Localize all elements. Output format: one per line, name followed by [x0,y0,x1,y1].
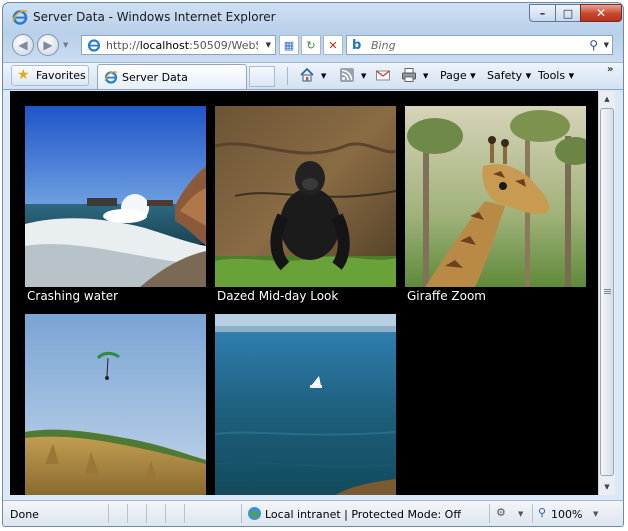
status-divider [108,504,109,523]
tab-server-data[interactable]: Server Data [97,64,247,89]
print-dropdown[interactable]: ▼ [423,72,428,80]
mail-icon[interactable] [375,67,391,83]
address-dropdown[interactable]: ▼ [266,41,271,49]
address-bar[interactable]: http://localhost:50509/WebSite/ ▼ [81,35,276,55]
photo-caption: Giraffe Zoom [407,289,486,303]
gallery-photo-giraffe-zoom[interactable] [405,106,586,287]
url-text[interactable]: http://localhost:50509/WebSite/ [106,39,258,52]
command-bar: ★ Favorites Server Data ▼ ▼ ▼ Page ▾ Saf… [3,62,623,90]
vertical-scrollbar[interactable]: ▲ ▼ [598,91,615,495]
back-icon: ◀ [18,38,28,52]
page-content: Crashing water Dazed Mid-day Look Giraff… [10,91,598,495]
home-dropdown[interactable]: ▼ [321,72,326,80]
page-icon [87,39,101,52]
refresh-button[interactable]: ↻ [301,35,321,55]
window-title: Server Data - Windows Internet Explorer [33,10,276,24]
maximize-icon: □ [562,6,574,20]
home-icon[interactable] [299,67,315,83]
ie-logo-icon [12,10,28,25]
star-icon: ★ [17,67,30,83]
security-zone[interactable]: Local intranet | Protected Mode: Off [265,508,461,521]
title-bar: Server Data - Windows Internet Explorer … [3,3,623,31]
back-button[interactable]: ◀ [12,34,34,56]
status-divider [146,504,147,523]
gallery-photo-lone-boat[interactable] [215,314,396,495]
maximize-button[interactable]: □ [555,4,581,22]
stop-icon: ✕ [328,38,338,52]
status-divider [489,504,490,523]
close-icon: ✕ [595,6,607,20]
gallery-photo-hang-glider[interactable] [25,314,206,495]
minimize-button[interactable]: – [529,4,556,22]
page-menu[interactable]: Page ▾ [440,69,476,82]
scroll-up-button[interactable]: ▲ [600,91,614,107]
safety-menu[interactable]: Safety ▾ [487,69,531,82]
address-row: ◀ ▶ ▼ http://localhost:50509/WebSite/ ▼ … [3,31,623,61]
close-button[interactable]: ✕ [580,4,622,22]
search-icon[interactable]: ⚲ [589,38,598,52]
refresh-icon: ↻ [306,38,316,52]
status-text: Done [10,508,39,521]
addon-dropdown[interactable]: ▼ [518,510,523,518]
feeds-dropdown[interactable]: ▼ [361,72,366,80]
photo-caption: Dazed Mid-day Look [217,289,339,303]
compatibility-view-button[interactable]: ▦ [279,35,299,55]
tools-menu[interactable]: Tools ▾ [538,69,574,82]
search-placeholder: Bing [371,39,396,52]
gallery-photo-crashing-water[interactable] [25,106,206,287]
status-divider [184,504,185,523]
globe-icon [248,507,261,520]
minimize-icon: – [539,6,546,20]
recent-pages-dropdown[interactable]: ▼ [63,41,68,49]
favorites-label: Favorites [36,69,86,82]
print-icon[interactable] [401,67,417,83]
stop-button[interactable]: ✕ [323,35,343,55]
feeds-icon[interactable] [339,67,355,83]
favorites-button[interactable]: ★ Favorites [11,65,89,86]
gallery-photo-dazed-mid-day-look[interactable] [215,106,396,287]
scroll-down-button[interactable]: ▼ [600,479,614,495]
browser-window: Server Data - Windows Internet Explorer … [2,2,624,527]
new-tab-button[interactable] [249,66,275,87]
scroll-grip [604,289,611,290]
status-bar: Done Local intranet | Protected Mode: Of… [3,500,623,526]
status-divider [165,504,166,523]
search-dropdown[interactable]: ▼ [604,41,609,49]
compatibility-icon: ▦ [283,38,295,52]
tab-label: Server Data [122,71,188,84]
search-box[interactable]: b Bing ⚲ ▼ [346,35,613,55]
scroll-thumb[interactable] [600,108,614,476]
protected-mode-icon[interactable]: ⚙ [496,506,506,519]
toolbar-divider [287,67,288,85]
forward-button[interactable]: ▶ [37,34,59,56]
forward-icon: ▶ [43,38,53,52]
status-divider [127,504,128,523]
status-divider [241,504,242,523]
photo-caption: Crashing water [27,289,119,303]
bing-icon: b [352,38,362,53]
zoom-level[interactable]: 100% [551,508,582,521]
status-divider [532,504,533,523]
chevron-icon[interactable]: » [607,64,613,75]
zoom-dropdown[interactable]: ▼ [593,510,598,518]
ie-logo-icon [104,71,118,84]
zoom-icon[interactable]: ⚲ [538,506,546,519]
